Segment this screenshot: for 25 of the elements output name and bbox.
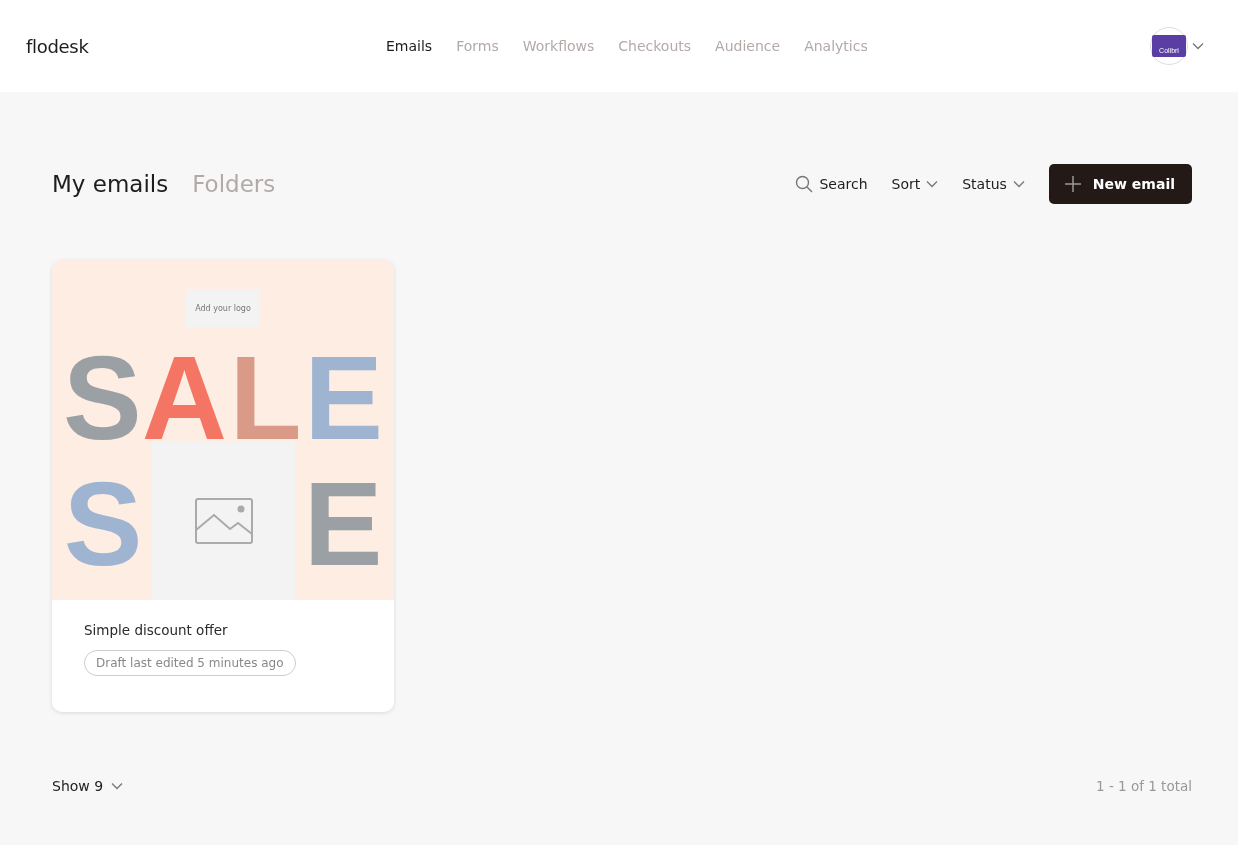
caret-icon [926, 180, 939, 188]
image-icon [194, 498, 253, 544]
search-icon [795, 175, 814, 193]
headline-letter: L [228, 339, 303, 457]
logo-placeholder: Add your logo [186, 289, 260, 327]
status-dropdown[interactable]: Status [962, 176, 1025, 192]
email-card[interactable]: Add your logo SALE S E Simple discount offer Draft last edited 5 minutes ago [52, 260, 394, 712]
page-size-dropdown[interactable]: Show 9 [52, 778, 124, 794]
nav-tab[interactable]: Emails [386, 38, 433, 54]
plus-icon [1064, 176, 1081, 192]
caret-icon [1192, 42, 1204, 50]
pagination-count: 1 - 1 of 1 total [1096, 778, 1192, 794]
view-tab[interactable]: My emails [52, 171, 169, 197]
headline-letter: S [63, 339, 142, 457]
caret-icon [1012, 180, 1025, 188]
search-button[interactable]: Search [795, 175, 868, 193]
sort-dropdown[interactable]: Sort [891, 176, 939, 192]
caret-icon [111, 782, 124, 790]
headline-letter: A [141, 339, 227, 457]
email-title: Simple discount offer [84, 622, 229, 638]
headline-letter: S [63, 465, 143, 583]
headline-letter: E [304, 339, 383, 457]
brand-logo[interactable]: flodesk [26, 35, 366, 57]
headline-letter: E [303, 465, 383, 583]
new-email-button[interactable]: New email [1048, 164, 1192, 204]
